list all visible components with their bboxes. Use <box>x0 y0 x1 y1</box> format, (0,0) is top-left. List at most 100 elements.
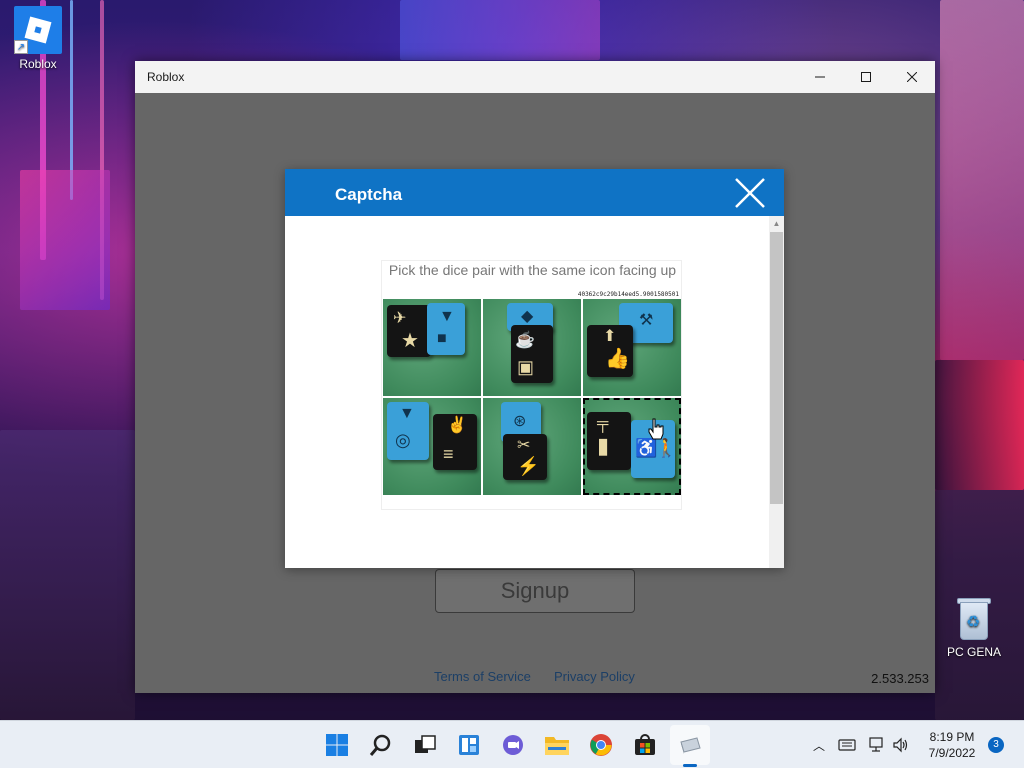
notification-badge[interactable]: 3 <box>988 737 1004 753</box>
thumbs-up-icon: 👍 <box>605 348 630 370</box>
scroll-up-icon[interactable]: ▲ <box>769 216 784 230</box>
shortcut-arrow-icon: ↗ <box>14 40 28 54</box>
hammer-icon: ▼ <box>439 308 455 325</box>
widgets-icon <box>459 735 479 755</box>
window-title: Roblox <box>147 70 185 84</box>
scroll-thumb[interactable] <box>770 232 783 504</box>
dice-option-5[interactable]: ⊛ ✂ ⚡ <box>483 398 581 495</box>
desktop-icon-recycle-bin[interactable]: ♻ PC GENA <box>942 596 1006 659</box>
desktop-icon-roblox[interactable]: ↗ Roblox <box>6 6 70 71</box>
maximize-button[interactable] <box>843 61 889 93</box>
roblox-taskbar-button[interactable] <box>676 731 704 759</box>
roblox-icon: ↗ <box>14 6 62 54</box>
close-button[interactable] <box>889 61 935 93</box>
die-black: ✂ ⚡ <box>503 434 547 480</box>
walking-person-icon: 🚶 <box>655 438 678 458</box>
roblox-app-icon <box>680 737 701 754</box>
die-black: ⬆ 👍 <box>587 325 633 377</box>
captcha-dialog: Captcha ▲ Pick the dice pair with the sa… <box>285 169 784 568</box>
system-tray: ︿ <box>810 721 910 768</box>
file-explorer-button[interactable] <box>543 731 571 759</box>
desktop-icon-label: Roblox <box>19 57 57 71</box>
chat-icon <box>503 735 523 755</box>
wallpaper-neon <box>400 0 600 60</box>
windows-start-button[interactable] <box>323 731 351 759</box>
captcha-title: Captcha <box>335 185 403 204</box>
window-titlebar[interactable]: Roblox <box>135 61 935 93</box>
network-icon[interactable] <box>868 737 886 753</box>
shoe-icon: ◆ <box>521 308 534 325</box>
captcha-scrollbar[interactable]: ▲ <box>769 216 784 568</box>
maximize-icon <box>861 72 871 82</box>
volume-icon[interactable] <box>892 737 910 753</box>
close-icon <box>907 72 917 82</box>
terms-of-service-link[interactable]: Terms of Service <box>434 669 531 684</box>
wallpaper-car <box>935 360 1024 490</box>
star-icon: ★ <box>401 330 419 352</box>
arrow-up-icon: ⬆ <box>603 328 617 345</box>
wallpaper-city <box>0 430 135 720</box>
steering-wheel-icon: ⊛ <box>513 413 527 430</box>
wallpaper-neon <box>20 170 110 310</box>
chrome-button[interactable] <box>587 731 615 759</box>
dice-grid: ✈ ★ ▼ ■ ◆ ☕ ▣ ⚒ ⬆ 👍 ▼ ◎ ✌ ≡ ⊛ ✂ ⚡ ╤ ▮ ♿ … <box>383 299 682 497</box>
dice-option-3[interactable]: ⚒ ⬆ 👍 <box>583 299 681 396</box>
die-black: ✌ ≡ <box>433 414 477 470</box>
captcha-puzzle: Pick the dice pair with the same icon fa… <box>381 260 682 510</box>
captcha-close-button[interactable] <box>734 177 766 209</box>
hand-cursor-icon <box>648 418 664 440</box>
hammer-icon: ▼ <box>399 405 415 422</box>
chat-button[interactable] <box>499 731 527 759</box>
circle-icon: ◎ <box>395 430 411 450</box>
lightning-icon: ⚡ <box>517 456 540 476</box>
dice-option-4[interactable]: ▼ ◎ ✌ ≡ <box>383 398 481 495</box>
die-black: ╤ ▮ <box>587 412 631 470</box>
hammer-icon: ⚒ <box>639 312 654 329</box>
plane-icon: ✈ <box>393 310 407 327</box>
captcha-body: ▲ Pick the dice pair with the same icon … <box>285 216 784 568</box>
task-view-icon <box>415 735 436 753</box>
coffee-icon: ☕ <box>515 332 535 349</box>
keyboard-icon[interactable] <box>838 738 856 752</box>
widgets-button[interactable] <box>455 731 483 759</box>
scissors-icon: ✂ <box>517 437 531 454</box>
close-icon <box>735 178 765 208</box>
task-view-button[interactable] <box>411 731 439 759</box>
dice-option-6[interactable]: ╤ ▮ ♿ 🚶 <box>583 398 681 495</box>
clock-time: 8:19 PM <box>929 730 975 744</box>
chrome-icon <box>590 734 612 756</box>
version-label: 2.533.253 <box>871 671 929 686</box>
wallpaper-neon <box>940 0 1024 360</box>
window-controls <box>797 61 935 93</box>
store-button[interactable] <box>631 731 659 759</box>
taskbar-active-indicator <box>683 764 697 767</box>
chevron-up-icon[interactable]: ︿ <box>810 737 828 754</box>
minimize-icon <box>815 76 825 78</box>
search-icon <box>369 734 391 756</box>
table-icon: ╤ <box>597 415 609 432</box>
die-blue: ▼ ■ <box>427 303 465 355</box>
victory-icon: ✌ <box>447 417 467 434</box>
captcha-prompt: Pick the dice pair with the same icon fa… <box>388 262 677 278</box>
taskbar-clock[interactable]: 8:19 PM 7/9/2022 <box>920 729 984 761</box>
box-icon: ■ <box>437 330 447 347</box>
trash-icon: ▣ <box>517 357 535 377</box>
captcha-header: Captcha <box>285 169 784 216</box>
clock-date: 7/9/2022 <box>928 746 976 760</box>
dice-option-1[interactable]: ✈ ★ ▼ ■ <box>383 299 481 396</box>
minimize-button[interactable] <box>797 61 843 93</box>
die-black: ☕ ▣ <box>511 325 553 383</box>
fork-icon: ≡ <box>443 444 454 464</box>
privacy-policy-link[interactable]: Privacy Policy <box>554 669 635 684</box>
die-black: ✈ ★ <box>387 305 431 357</box>
dice-option-2[interactable]: ◆ ☕ ▣ <box>483 299 581 396</box>
paint-roller-icon: ▮ <box>597 433 610 458</box>
recycle-bin-icon: ♻ <box>954 596 994 642</box>
taskbar: ︿ 8:19 PM 7/9/2022 3 <box>0 720 1024 768</box>
windows-start-icon <box>326 734 348 756</box>
file-explorer-icon <box>545 737 569 755</box>
desktop-icon-label: PC GENA <box>946 645 1001 659</box>
captcha-hash: 40362c9c29b14eed5.9001580501 <box>577 291 679 298</box>
signup-button[interactable]: Signup <box>435 569 635 613</box>
search-button[interactable] <box>367 731 395 759</box>
